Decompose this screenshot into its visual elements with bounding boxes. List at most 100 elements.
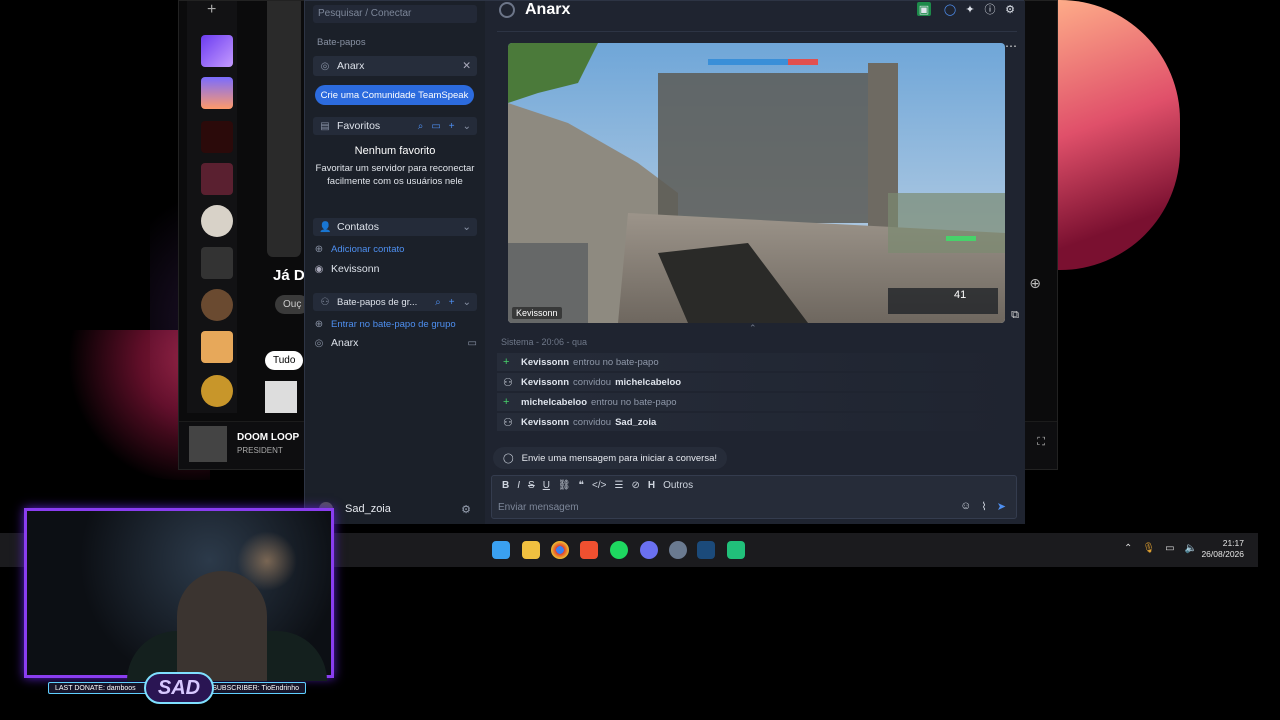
plus-icon[interactable]: + <box>449 297 455 308</box>
strikethrough-icon[interactable]: S <box>528 480 535 491</box>
microphone-icon[interactable]: 🎙 <box>1142 543 1155 554</box>
attach-icon[interactable]: ⌇ <box>981 500 986 513</box>
info-icon[interactable]: ⓘ <box>983 2 997 16</box>
bold-icon[interactable]: B <box>502 480 509 491</box>
clock[interactable]: 21:17 26/08/2026 <box>1201 538 1244 560</box>
search-icon[interactable]: ⌕ <box>418 121 424 132</box>
steam-icon[interactable] <box>697 541 715 559</box>
quote-icon[interactable]: ❝ <box>579 480 584 491</box>
plus-icon[interactable]: + <box>449 121 455 132</box>
list-icon[interactable]: ☰ <box>614 480 623 491</box>
message-row: + michelcabeloo entrou no bate-papo <box>497 393 1017 411</box>
chevron-down-icon[interactable]: ⌄ <box>463 297 471 308</box>
create-community-button[interactable]: Crie uma Comunidade TeamSpeak <box>315 85 474 105</box>
clear-format-icon[interactable]: ⊘ <box>631 480 639 491</box>
liked-songs-tile[interactable] <box>201 35 233 67</box>
spotify-icon[interactable] <box>610 541 628 559</box>
message-user[interactable]: Kevissonn <box>521 417 569 428</box>
avatar-icon: ◉ <box>314 263 324 275</box>
settings-icon[interactable]: ⚙ <box>461 503 471 516</box>
plus-icon: + <box>503 396 510 408</box>
message-user[interactable]: michelcabeloo <box>521 397 587 408</box>
underline-icon[interactable]: U <box>543 480 550 491</box>
favorites-header[interactable]: ▤ Favoritos ⌕ ▭ + ⌄ <box>313 117 477 135</box>
contacts-header[interactable]: 👤 Contatos ⌄ <box>313 218 477 236</box>
gear-icon[interactable]: ⚙ <box>1003 2 1017 16</box>
more-tools-button[interactable]: Outros <box>663 480 693 491</box>
display-icon[interactable]: ▭ <box>1165 543 1174 554</box>
send-icon[interactable]: ➤ <box>997 500 1006 513</box>
add-icon[interactable]: + <box>207 1 216 19</box>
message-user[interactable]: Kevissonn <box>521 357 569 368</box>
plus-icon: + <box>503 356 510 368</box>
app-icon[interactable] <box>669 541 687 559</box>
playlist-tile[interactable] <box>201 163 233 195</box>
contact-item[interactable]: ◉ Kevissonn <box>313 263 477 275</box>
screen-share-icon[interactable]: ▭ <box>468 338 477 349</box>
chat-bubble-icon[interactable]: ◯ <box>943 2 957 16</box>
join-group-chat-link[interactable]: ⊕ Entrar no bate-papo de grupo <box>313 319 477 330</box>
artist-tile[interactable] <box>201 205 233 237</box>
current-user-name[interactable]: Sad_zoia <box>345 503 391 515</box>
filter-chip[interactable]: Tudo <box>265 351 304 370</box>
search-icon[interactable]: ⌕ <box>435 297 441 308</box>
teamspeak-icon[interactable] <box>727 541 745 559</box>
message-target[interactable]: Sad_zoia <box>615 417 656 428</box>
fullscreen-icon[interactable]: ⛶ <box>1037 436 1045 449</box>
folder-icon[interactable]: ▭ <box>431 121 440 132</box>
now-playing-title[interactable]: DOOM LOOP <box>237 432 299 443</box>
message-target[interactable]: michelcabeloo <box>615 377 681 388</box>
chevron-down-icon[interactable]: ⌄ <box>463 121 471 132</box>
now-playing-art[interactable] <box>189 426 227 462</box>
discord-icon[interactable] <box>640 541 658 559</box>
wallpaper-shape-right <box>1040 0 1180 270</box>
message-input[interactable]: Enviar mensagem <box>498 502 579 513</box>
search-input[interactable]: Pesquisar / Conectar <box>313 5 477 23</box>
group-chat-name: Anarx <box>331 337 359 349</box>
screen-share-icon[interactable]: ▣ <box>917 2 931 16</box>
now-playing-artist[interactable]: PRESIDENT <box>237 446 283 455</box>
favorites-empty-title: Nenhum favorito <box>354 145 436 157</box>
chat-bubble-icon: ◯ <box>503 452 514 464</box>
brave-icon[interactable] <box>580 541 598 559</box>
playlist-tile[interactable] <box>201 247 233 279</box>
message-text: entrou no bate-papo <box>573 356 659 368</box>
code-icon[interactable]: </> <box>592 480 606 491</box>
close-icon[interactable]: ✕ <box>462 60 471 72</box>
playlist-tile[interactable] <box>201 121 233 153</box>
subscriber-label: SUBSCRIBER: <box>212 684 260 692</box>
sidebar: Pesquisar / Conectar Bate-papos ◎ Anarx … <box>305 1 485 524</box>
hint-text: Envie uma mensagem para iniciar a conver… <box>521 452 718 464</box>
emoji-icon[interactable]: ☺ <box>960 500 971 513</box>
contacts-label: Contatos <box>337 221 380 233</box>
album-art[interactable] <box>265 381 297 413</box>
start-icon[interactable] <box>492 541 510 559</box>
volume-icon[interactable]: 🔈 <box>1185 543 1197 554</box>
file-explorer-icon[interactable] <box>522 541 540 559</box>
add-contact-link[interactable]: ⊕ Adicionar contato <box>313 244 477 255</box>
chrome-icon[interactable] <box>551 541 569 559</box>
game-frame <box>508 43 1005 323</box>
artist-tile[interactable] <box>201 289 233 321</box>
screen-share-video[interactable]: 41 Kevissonn <box>508 43 1005 323</box>
more-options-icon[interactable]: ⋯ <box>1005 39 1017 53</box>
playlist-tile[interactable] <box>201 77 233 109</box>
person-icon: 👤 <box>319 221 332 233</box>
chat-item-anarx[interactable]: ◎ Anarx ✕ <box>313 56 477 76</box>
heading-icon[interactable]: H <box>648 480 655 491</box>
group-chats-header[interactable]: ⚇ Bate-papos de gr... ⌕ + ⌄ <box>313 293 477 311</box>
add-circle-icon[interactable]: ⊕ <box>1029 275 1041 292</box>
italic-icon[interactable]: I <box>517 480 520 491</box>
pin-icon[interactable]: ✦ <box>963 2 977 16</box>
add-contact-label: Adicionar contato <box>331 244 405 255</box>
chevron-down-icon[interactable]: ⌄ <box>462 221 471 233</box>
playlist-tile[interactable] <box>201 331 233 363</box>
message-user[interactable]: Kevissonn <box>521 377 569 388</box>
link-icon[interactable]: ⛓ <box>558 480 571 491</box>
popout-icon[interactable]: ⧉ <box>1011 309 1019 322</box>
channel-logo: SAD <box>144 672 214 704</box>
collapse-icon[interactable]: ⌃ <box>749 323 757 334</box>
chevron-up-icon[interactable]: ⌃ <box>1124 543 1132 554</box>
group-chat-item[interactable]: ◎ Anarx ▭ <box>313 337 477 349</box>
artist-tile[interactable] <box>201 375 233 407</box>
